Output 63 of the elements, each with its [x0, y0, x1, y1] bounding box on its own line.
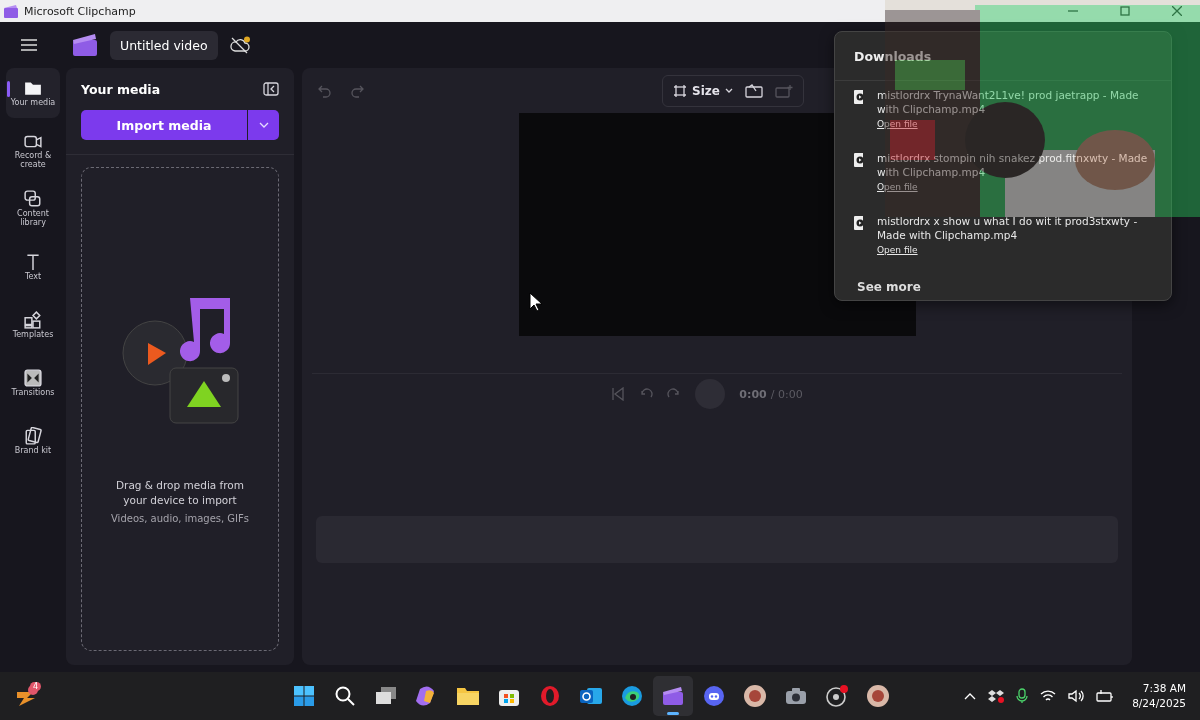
drop-hint: Drag & drop media from your device to import — [115, 478, 245, 508]
collapse-panel-icon[interactable] — [263, 82, 279, 96]
avatar-icon — [866, 684, 890, 708]
sidebar-item[interactable]: Templates — [6, 300, 60, 350]
cloud-off-icon — [229, 36, 252, 54]
sidebar-item[interactable]: Your media — [6, 68, 60, 118]
panel-title: Your media — [81, 81, 161, 97]
outlook-icon — [579, 685, 603, 707]
sidebar-item[interactable]: Text — [6, 242, 60, 292]
windows-logo-icon — [293, 685, 315, 707]
downloads-title: Downloads — [854, 48, 932, 64]
video-file-icon — [853, 215, 863, 231]
templates-icon — [23, 310, 43, 329]
maximize-icon — [1120, 6, 1130, 16]
library-icon — [23, 190, 43, 209]
menu-icon[interactable] — [20, 38, 38, 52]
types-hint: Videos, audio, images, GIFs — [111, 513, 249, 525]
open-file-link[interactable]: Open file — [877, 182, 918, 193]
discord-icon — [703, 685, 725, 707]
avatar-icon — [743, 684, 767, 708]
transitions-icon — [23, 368, 43, 387]
mouse-pointer-icon — [529, 292, 543, 312]
total-time: / 0:00 — [770, 387, 803, 401]
clock[interactable]: 7:38 AM 8/24/2025 — [1132, 681, 1186, 711]
notification-badge: 4 — [30, 682, 42, 691]
wifi-icon[interactable] — [1040, 689, 1057, 703]
current-time: 0:00 — [739, 387, 767, 401]
import-media-button[interactable]: Import media — [81, 110, 247, 140]
file-name: mistlordrx TrynaWant2L1ve! prod jaetrapp - Made with Clipchamp.mp4 — [877, 89, 1140, 117]
folder-icon — [456, 686, 480, 706]
clapperboard-logo-icon — [72, 33, 98, 57]
app-logo-icon — [4, 4, 18, 18]
open-file-link[interactable]: Open file — [877, 245, 918, 256]
opera-icon — [539, 685, 561, 707]
obs-icon — [825, 684, 849, 708]
size-button[interactable]: Size — [673, 83, 733, 98]
chevron-down-icon — [258, 122, 269, 128]
volume-icon[interactable] — [1068, 689, 1085, 703]
see-more-button[interactable]: See more — [849, 276, 929, 298]
video-file-icon — [853, 89, 863, 105]
chevron-down-icon — [724, 88, 733, 93]
chevron-up-icon[interactable] — [964, 692, 977, 700]
dropbox-icon — [988, 689, 1005, 703]
sidebar-item[interactable]: Content library — [6, 184, 60, 234]
open-file-link[interactable]: Open file — [877, 119, 918, 130]
sidebar-item[interactable]: Record & create — [6, 126, 60, 176]
close-icon — [1172, 6, 1182, 16]
edge-icon — [621, 685, 643, 707]
battery-icon[interactable] — [1096, 689, 1115, 703]
video-file-icon — [853, 152, 863, 168]
microphone-icon[interactable] — [1016, 688, 1029, 704]
sidebar-item[interactable]: Brand kit — [6, 416, 60, 466]
camera-icon — [785, 687, 807, 705]
file-name: mistlordrx x show u what I do wit it prod3stxwty - Made with Clipchamp.mp4 — [877, 215, 1139, 243]
window-title: Microsoft Clipchamp — [24, 4, 137, 18]
crop-frame-icon — [673, 83, 687, 98]
brand-kit-icon — [23, 426, 43, 445]
task-view-icon — [375, 686, 397, 706]
sidebar-item[interactable]: Transitions — [6, 358, 60, 408]
project-title-button[interactable]: Untitled video — [110, 30, 218, 60]
search-icon — [334, 685, 356, 707]
background-fill-icon[interactable] — [744, 83, 763, 98]
clapperboard-icon — [662, 686, 684, 706]
